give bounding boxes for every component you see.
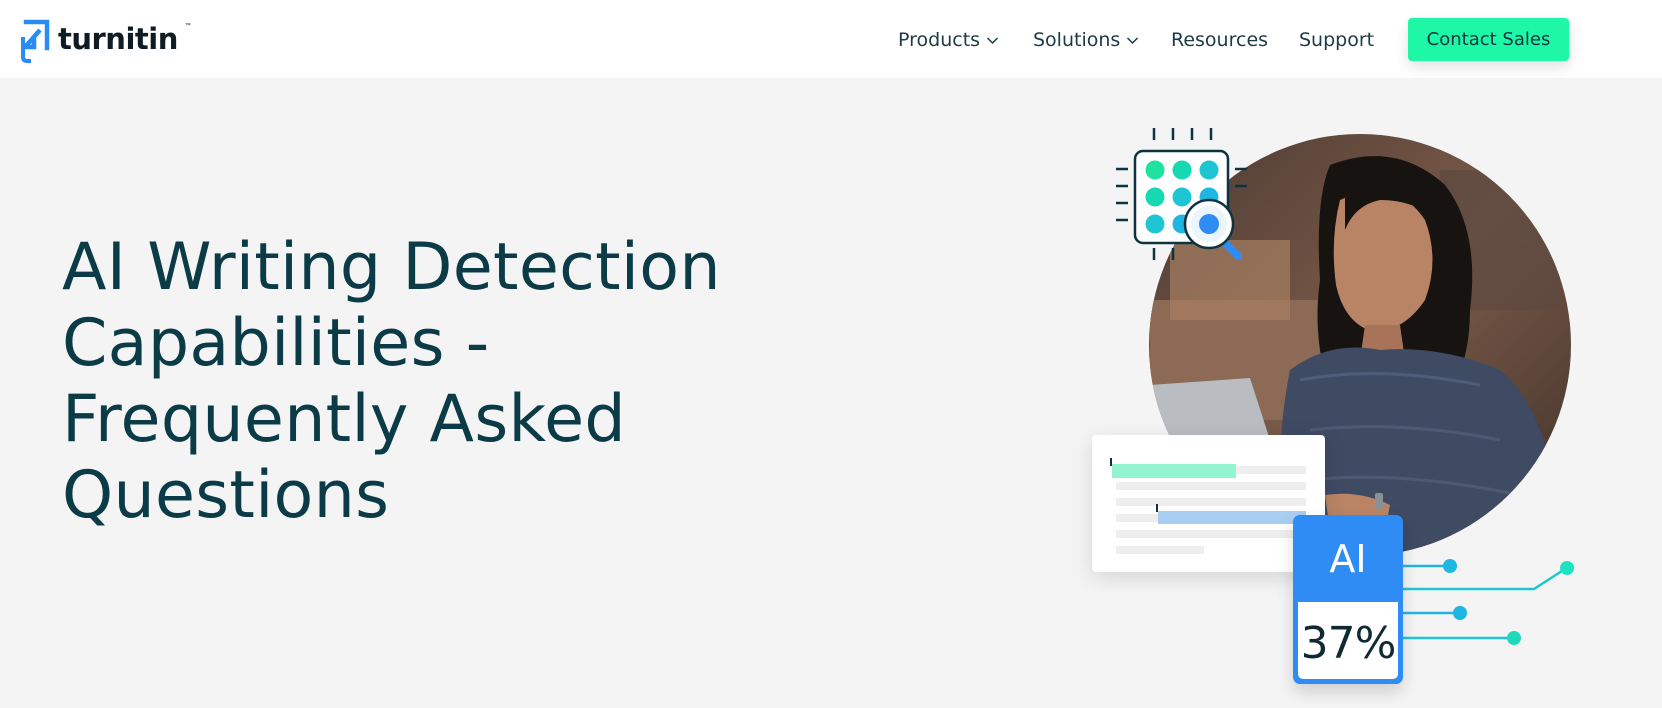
ai-score-value: 37% [1300,618,1397,669]
nav-support-label: Support [1299,29,1375,51]
photo-person [1149,134,1571,556]
top-navigation-bar: turnitin ™ Products Solutions Resources S… [0,0,1662,78]
chip-search-icon [1116,128,1247,260]
nav-resources[interactable]: Resources [1171,29,1268,51]
nav-support[interactable]: Support [1299,29,1374,51]
turnitin-logo-icon [21,19,50,63]
nav-solutions-label: Solutions [1033,29,1121,51]
nav-products-label: Products [898,29,981,51]
nav-resources-label: Resources [1171,29,1269,51]
page-title: AI Writing Detection Capabilities - Freq… [62,230,721,533]
chevron-down-icon [1127,36,1139,44]
chevron-down-icon [987,36,999,44]
ai-score-box: 37% [1298,602,1398,679]
nav-products[interactable]: Products [898,29,999,51]
circuit-lines [1403,559,1574,645]
contact-sales-button[interactable]: Contact Sales [1408,18,1569,61]
turnitin-logo[interactable]: turnitin ™ [20,16,191,64]
logo-trademark: ™ [184,23,191,29]
logo-text: turnitin [58,22,178,56]
ai-score-badge: AI 37% [1293,515,1403,684]
nav-solutions[interactable]: Solutions [1033,29,1139,51]
document-card [1092,435,1325,572]
ai-badge-label: AI [1329,537,1367,581]
